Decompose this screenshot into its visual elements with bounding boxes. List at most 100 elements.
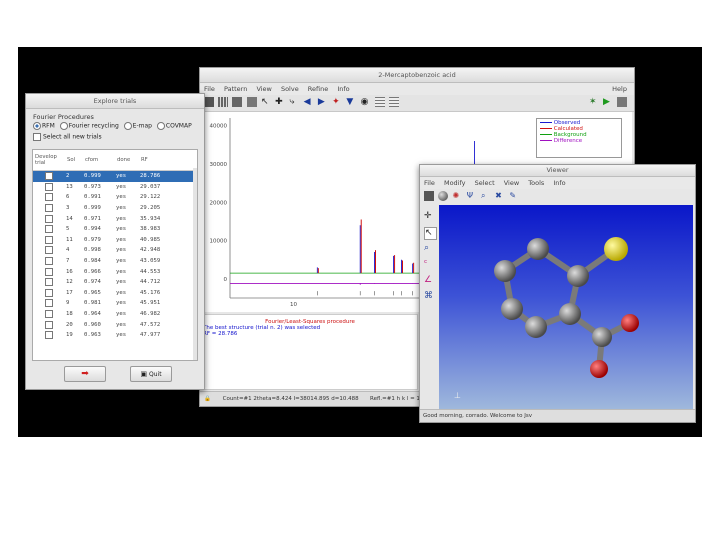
viewer-menu-tools[interactable]: Tools bbox=[528, 179, 544, 187]
menu-view[interactable]: View bbox=[256, 85, 271, 93]
develop-checkbox[interactable] bbox=[45, 257, 53, 266]
menu-pattern[interactable]: Pattern bbox=[224, 85, 247, 93]
table-row[interactable]: 14 0.971 yes 35.934 bbox=[33, 213, 197, 224]
col-develop[interactable]: Develop trial bbox=[33, 150, 66, 171]
develop-checkbox[interactable] bbox=[45, 246, 53, 255]
develop-checkbox[interactable] bbox=[45, 320, 53, 329]
develop-checkbox[interactable] bbox=[45, 182, 53, 191]
viewer-menu-modify[interactable]: Modify bbox=[444, 179, 466, 187]
develop-checkbox-cell[interactable] bbox=[33, 319, 66, 330]
structure-icon[interactable]: ✶ bbox=[589, 97, 599, 107]
develop-checkbox-cell[interactable] bbox=[33, 330, 66, 341]
carbon-atom[interactable] bbox=[567, 265, 589, 287]
stop-icon[interactable] bbox=[617, 97, 627, 107]
develop-checkbox-cell[interactable] bbox=[33, 235, 66, 246]
export-icon[interactable] bbox=[246, 97, 257, 107]
col-cfom[interactable]: cfom bbox=[84, 150, 116, 171]
measure-icon[interactable]: Ψ bbox=[467, 191, 477, 201]
table-row[interactable]: 19 0.963 yes 47.977 bbox=[33, 330, 197, 341]
list-icon[interactable] bbox=[389, 97, 400, 107]
select-all-checkbox[interactable] bbox=[33, 133, 41, 141]
viewer-menu-view[interactable]: View bbox=[504, 179, 519, 187]
run-icon[interactable]: ▶ bbox=[603, 97, 613, 107]
table-row[interactable]: 20 0.960 yes 47.572 bbox=[33, 319, 197, 330]
col-rf[interactable]: RF bbox=[140, 150, 197, 171]
molecule-viewport[interactable] bbox=[439, 205, 693, 409]
table-row[interactable]: 16 0.966 yes 44.553 bbox=[33, 266, 197, 277]
develop-checkbox-cell[interactable] bbox=[33, 182, 66, 193]
develop-checkbox-cell[interactable] bbox=[33, 288, 66, 299]
develop-checkbox[interactable] bbox=[45, 310, 53, 319]
develop-checkbox[interactable] bbox=[45, 204, 53, 213]
table-row[interactable]: 17 0.965 yes 45.176 bbox=[33, 288, 197, 299]
edit-icon[interactable]: ✎ bbox=[509, 191, 519, 201]
carbon-atom[interactable] bbox=[592, 327, 612, 347]
menu-info[interactable]: Info bbox=[337, 85, 349, 93]
radio-rfm[interactable] bbox=[33, 122, 41, 130]
quit-button[interactable]: ▣ Quit bbox=[130, 366, 172, 382]
develop-button[interactable]: ➡ bbox=[64, 366, 106, 382]
develop-checkbox-cell[interactable] bbox=[33, 224, 66, 235]
atom-icon[interactable]: ✺ bbox=[452, 191, 462, 201]
open-file-icon[interactable] bbox=[424, 191, 434, 201]
develop-checkbox[interactable] bbox=[45, 214, 53, 223]
menu-file[interactable]: File bbox=[204, 85, 215, 93]
viewer-menu-select[interactable]: Select bbox=[475, 179, 495, 187]
table-scrollbar[interactable] bbox=[193, 168, 197, 360]
delete-icon[interactable]: ✖ bbox=[495, 191, 505, 201]
table-row[interactable]: 12 0.974 yes 44.712 bbox=[33, 277, 197, 288]
back-icon[interactable]: ◀ bbox=[304, 97, 314, 107]
select-all-row[interactable]: Select all new trials bbox=[33, 133, 102, 141]
ball-icon[interactable] bbox=[438, 191, 449, 201]
table-row[interactable]: 9 0.981 yes 45.951 bbox=[33, 298, 197, 309]
table-row[interactable]: 5 0.994 yes 38.983 bbox=[33, 224, 197, 235]
save-icon[interactable] bbox=[232, 97, 243, 107]
develop-checkbox-cell[interactable] bbox=[33, 245, 66, 256]
develop-checkbox[interactable] bbox=[45, 172, 53, 181]
table-icon[interactable] bbox=[374, 97, 385, 107]
select-arrow-icon[interactable]: ↖ bbox=[424, 227, 437, 240]
table-row[interactable]: 11 0.979 yes 40.985 bbox=[33, 235, 197, 246]
develop-checkbox-cell[interactable] bbox=[33, 192, 66, 203]
carbon-atom[interactable] bbox=[559, 303, 581, 325]
open-icon[interactable] bbox=[204, 97, 214, 107]
develop-checkbox-cell[interactable] bbox=[33, 298, 66, 309]
down-arrow-icon[interactable]: ▼ bbox=[346, 97, 356, 107]
viewer-menu-file[interactable]: File bbox=[424, 179, 435, 187]
table-row[interactable]: 2 0.999 yes 28.786 bbox=[33, 170, 197, 182]
table-row[interactable]: 3 0.999 yes 29.205 bbox=[33, 203, 197, 214]
grid-icon[interactable] bbox=[218, 97, 229, 107]
carbon-atom[interactable] bbox=[525, 316, 547, 338]
develop-checkbox-cell[interactable] bbox=[33, 256, 66, 267]
radio-fourier-recycling[interactable] bbox=[59, 122, 68, 130]
search-icon[interactable]: ⌕ bbox=[481, 191, 491, 201]
develop-checkbox[interactable] bbox=[45, 299, 53, 308]
develop-checkbox[interactable] bbox=[45, 235, 53, 244]
table-row[interactable]: 13 0.973 yes 29.037 bbox=[33, 182, 197, 193]
develop-checkbox[interactable] bbox=[45, 267, 53, 276]
develop-checkbox[interactable] bbox=[45, 288, 53, 297]
torsion-tool-icon[interactable]: ⌘ bbox=[424, 291, 435, 302]
develop-checkbox-cell[interactable] bbox=[33, 213, 66, 224]
eye-icon[interactable]: ◉ bbox=[361, 97, 371, 107]
menu-solve[interactable]: Solve bbox=[281, 85, 299, 93]
sulfur-atom[interactable] bbox=[604, 237, 628, 261]
radio-covmap[interactable] bbox=[156, 122, 165, 130]
radio-emap[interactable] bbox=[123, 122, 132, 130]
develop-checkbox[interactable] bbox=[45, 278, 53, 287]
viewer-menu-info[interactable]: Info bbox=[553, 179, 565, 187]
marker-icon[interactable]: ✦ bbox=[332, 97, 342, 107]
develop-checkbox-cell[interactable] bbox=[33, 309, 66, 320]
develop-checkbox-cell[interactable] bbox=[33, 170, 66, 182]
table-row[interactable]: 18 0.964 yes 46.982 bbox=[33, 309, 197, 320]
develop-checkbox-cell[interactable] bbox=[33, 203, 66, 214]
table-row[interactable]: 4 0.998 yes 42.948 bbox=[33, 245, 197, 256]
crosshair-icon[interactable]: ✛ bbox=[424, 211, 435, 222]
develop-checkbox[interactable] bbox=[45, 331, 53, 340]
angle-tool-icon[interactable]: ∠ bbox=[424, 275, 435, 286]
table-row[interactable]: 6 0.991 yes 29.122 bbox=[33, 192, 197, 203]
bond-tool-icon[interactable]: ᶜ bbox=[424, 259, 435, 270]
carbon-atom[interactable] bbox=[527, 238, 549, 260]
develop-checkbox[interactable] bbox=[45, 193, 53, 202]
forward-icon[interactable]: ▶ bbox=[318, 97, 328, 107]
